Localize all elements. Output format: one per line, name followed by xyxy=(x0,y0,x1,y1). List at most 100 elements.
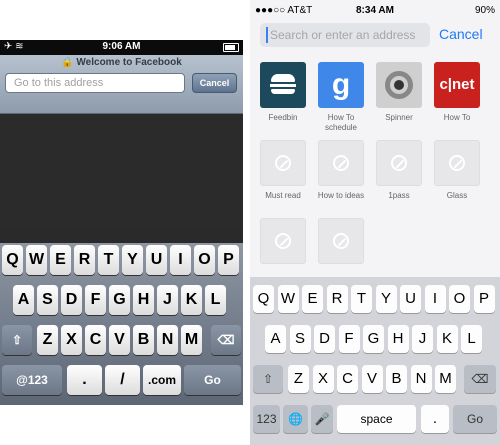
favorite-label: How To schedule xyxy=(324,113,358,132)
key-m[interactable]: M xyxy=(181,325,202,355)
key-u[interactable]: U xyxy=(400,285,421,313)
page-title: 🔒 Welcome to Facebook xyxy=(61,57,182,68)
key-m[interactable]: M xyxy=(435,365,456,393)
dot-key[interactable]: . xyxy=(67,365,102,395)
go-key[interactable]: Go xyxy=(184,365,241,395)
key-p[interactable]: P xyxy=(218,245,239,275)
keyboard: Q W E R T Y U I O P A S D F G H J K L ⇧ Z X C V B N M ⌫ 123 🌐 🎤 space. G… xyxy=(250,277,500,445)
microphone-key[interactable]: 🎤 xyxy=(311,405,333,433)
key-e[interactable]: E xyxy=(50,245,71,275)
backspace-key[interactable]: ⌫ xyxy=(464,365,496,393)
dot-key[interactable]: . xyxy=(421,405,449,433)
key-k[interactable]: K xyxy=(181,285,202,315)
key-j[interactable]: J xyxy=(157,285,178,315)
key-u[interactable]: U xyxy=(146,245,167,275)
key-x[interactable]: X xyxy=(61,325,82,355)
key-w[interactable]: W xyxy=(277,285,299,313)
shift-key[interactable]: ⇧ xyxy=(2,325,32,355)
search-input[interactable]: Search or enter an address xyxy=(260,23,430,47)
key-g[interactable]: G xyxy=(363,325,384,353)
key-o[interactable]: O xyxy=(449,285,470,313)
key-t[interactable]: T xyxy=(98,245,119,275)
favorite-item[interactable]: How to ideas xyxy=(315,140,367,201)
key-f[interactable]: F xyxy=(85,285,106,315)
favorite-item[interactable]: g How To schedule xyxy=(315,62,367,133)
battery-icon xyxy=(223,43,239,52)
compass-icon xyxy=(260,140,306,186)
cancel-button[interactable]: Cancel xyxy=(439,26,483,42)
compass-icon xyxy=(318,140,364,186)
compass-icon xyxy=(434,140,480,186)
favorite-item[interactable]: Must read xyxy=(257,140,309,201)
key-i[interactable]: I xyxy=(424,285,446,313)
key-b[interactable]: B xyxy=(386,365,407,393)
keyboard: Q W E R T Y U I O P A S D F G H J K L ⇧ Z X C V B N M ⌫ @123. / .com Go xyxy=(0,243,243,405)
key-s[interactable]: S xyxy=(37,285,58,315)
key-z[interactable]: Z xyxy=(288,365,309,393)
key-x[interactable]: X xyxy=(312,365,334,393)
favorite-label: How To xyxy=(443,113,471,122)
key-h[interactable]: H xyxy=(133,285,154,315)
key-o[interactable]: O xyxy=(194,245,215,275)
numbers-key[interactable]: @123 xyxy=(2,365,62,395)
numbers-key[interactable]: 123 xyxy=(253,405,280,433)
key-l[interactable]: L xyxy=(205,285,226,315)
go-key[interactable]: Go xyxy=(453,405,497,433)
favorite-item[interactable] xyxy=(257,218,309,269)
key-a[interactable]: A xyxy=(13,285,34,315)
key-r[interactable]: R xyxy=(74,245,95,275)
key-v[interactable]: V xyxy=(109,325,130,355)
favorite-label: How to ideas xyxy=(317,191,365,200)
favorite-label: Glass xyxy=(446,191,468,200)
key-r[interactable]: R xyxy=(326,285,348,313)
compass-icon xyxy=(376,140,422,186)
key-d[interactable]: D xyxy=(61,285,82,315)
compass-icon xyxy=(318,218,364,264)
key-f[interactable]: F xyxy=(338,325,360,353)
key-n[interactable]: N xyxy=(410,365,432,393)
key-c[interactable]: C xyxy=(337,365,358,393)
url-input[interactable]: Go to this address xyxy=(5,73,185,93)
key-y[interactable]: Y xyxy=(122,245,143,275)
cnet-icon: c|net xyxy=(434,62,480,108)
key-q[interactable]: Q xyxy=(2,245,23,275)
dotcom-key[interactable]: .com xyxy=(143,365,181,395)
favorite-item[interactable]: c|net How To xyxy=(431,62,483,123)
key-d[interactable]: D xyxy=(314,325,335,353)
globe-key[interactable]: 🌐 xyxy=(283,405,308,433)
key-s[interactable]: S xyxy=(289,325,311,353)
key-g[interactable]: G xyxy=(109,285,130,315)
favorite-item[interactable]: Spinner xyxy=(373,62,425,123)
key-v[interactable]: V xyxy=(361,365,383,393)
google-icon: g xyxy=(318,62,364,108)
key-i[interactable]: I xyxy=(170,245,191,275)
key-j[interactable]: J xyxy=(412,325,433,353)
key-a[interactable]: A xyxy=(265,325,286,353)
key-y[interactable]: Y xyxy=(375,285,397,313)
slash-key[interactable]: / xyxy=(105,365,140,395)
key-b[interactable]: B xyxy=(133,325,154,355)
key-e[interactable]: E xyxy=(302,285,323,313)
favorite-item[interactable] xyxy=(315,218,367,269)
key-n[interactable]: N xyxy=(157,325,178,355)
key-t[interactable]: T xyxy=(351,285,372,313)
space-key[interactable]: space xyxy=(337,405,416,433)
favorite-item[interactable]: Glass xyxy=(431,140,483,201)
backspace-key[interactable]: ⌫ xyxy=(211,325,241,355)
key-l[interactable]: L xyxy=(461,325,482,353)
key-k[interactable]: K xyxy=(436,325,458,353)
favorite-label: 1pass xyxy=(388,191,410,200)
key-c[interactable]: C xyxy=(85,325,106,355)
key-q[interactable]: Q xyxy=(253,285,274,313)
favorite-label: Must read xyxy=(265,191,301,200)
favorite-item[interactable]: Feedbin xyxy=(257,62,309,123)
cancel-button[interactable]: Cancel xyxy=(192,73,237,93)
key-w[interactable]: W xyxy=(26,245,47,275)
key-p[interactable]: P xyxy=(473,285,495,313)
key-z[interactable]: Z xyxy=(37,325,58,355)
shift-key[interactable]: ⇧ xyxy=(253,365,283,393)
favorite-item[interactable]: 1pass xyxy=(373,140,425,201)
text-cursor xyxy=(266,27,268,43)
battery-percent: 90% xyxy=(474,5,495,16)
key-h[interactable]: H xyxy=(387,325,409,353)
